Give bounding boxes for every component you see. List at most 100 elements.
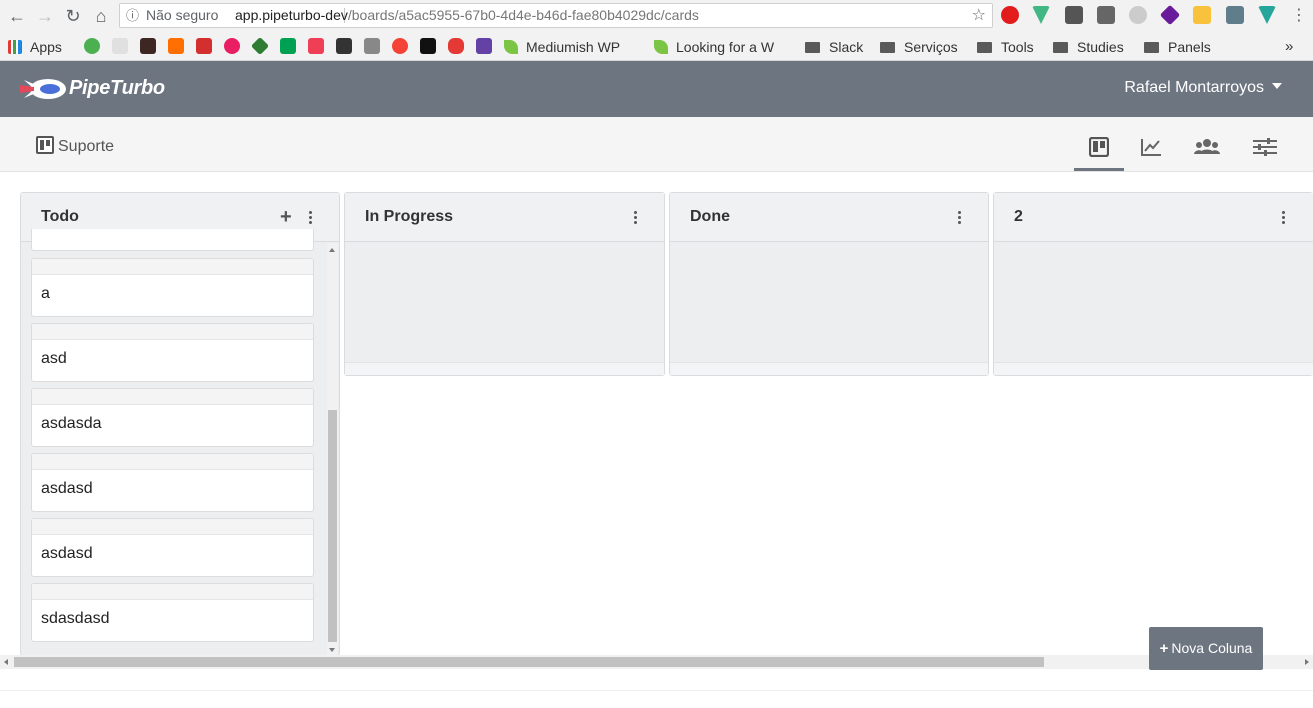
bookmarks-bar: Apps Mediumish WP Looking for a W Slack … xyxy=(0,33,1313,61)
card[interactable] xyxy=(31,229,314,251)
tab-settings-view[interactable] xyxy=(1240,137,1290,171)
pocket-bookmark-icon[interactable] xyxy=(308,38,324,54)
bookmark-folder-studies[interactable]: Studies xyxy=(1053,37,1124,57)
bookmark-star-icon[interactable]: ☆ xyxy=(972,4,986,27)
folder-icon xyxy=(805,42,820,53)
browser-menu-icon[interactable]: ⋮ xyxy=(1288,5,1310,27)
add-card-button[interactable]: + xyxy=(280,206,292,229)
board-icon xyxy=(36,136,54,154)
bookmark-folder-tools[interactable]: Tools xyxy=(977,37,1034,57)
card-label-strip xyxy=(32,324,313,340)
scrollbar-thumb[interactable] xyxy=(14,657,1044,667)
board-title[interactable]: Suporte xyxy=(36,136,114,156)
reload-icon[interactable]: ↻ xyxy=(62,5,84,27)
bookmark-icon[interactable] xyxy=(224,38,240,54)
leaf-icon xyxy=(654,40,668,54)
gmail-bookmark-icon[interactable] xyxy=(196,38,212,54)
column-scrollbar[interactable] xyxy=(327,243,338,657)
cp-bookmark-icon[interactable] xyxy=(168,38,184,54)
column-footer xyxy=(345,362,664,375)
plus-icon: + xyxy=(1159,640,1169,657)
extension-icon[interactable] xyxy=(1129,6,1147,24)
card-title: asdasd xyxy=(41,480,93,497)
column-menu-icon[interactable] xyxy=(634,211,638,225)
url-path: /boards/a5ac5955-67b0-4d4e-b46d-fae80b40… xyxy=(347,7,699,23)
extension-icon[interactable] xyxy=(1258,6,1276,24)
forward-arrow-icon[interactable]: → xyxy=(34,5,56,27)
card-label-strip xyxy=(32,454,313,470)
info-icon[interactable]: ⓘ xyxy=(126,4,139,27)
vue-devtools-icon[interactable] xyxy=(1032,6,1050,24)
card-title: a xyxy=(41,285,50,302)
bookmark-icon[interactable] xyxy=(392,38,408,54)
scroll-up-icon[interactable] xyxy=(329,248,335,252)
board-horizontal-scrollbar[interactable] xyxy=(0,655,1313,669)
bookmark-folder-panels[interactable]: Panels xyxy=(1144,37,1211,57)
column-title[interactable]: Todo xyxy=(41,208,79,226)
column-menu-icon[interactable] xyxy=(958,211,962,225)
column-title[interactable]: 2 xyxy=(1014,208,1023,226)
card[interactable]: asdasda xyxy=(31,388,314,447)
pipeturbo-logo-icon[interactable] xyxy=(20,75,68,103)
card[interactable]: asdasd xyxy=(31,453,314,512)
tab-board-view[interactable] xyxy=(1074,137,1124,171)
terminal-bookmark-icon[interactable] xyxy=(420,38,436,54)
scroll-down-icon[interactable] xyxy=(329,648,335,652)
card-title: asd xyxy=(41,350,67,367)
bookmark-icon[interactable] xyxy=(112,38,128,54)
column-menu-icon[interactable] xyxy=(309,211,313,225)
eyedropper-extension-icon[interactable] xyxy=(1226,6,1244,24)
scroll-left-icon[interactable] xyxy=(4,659,8,665)
card[interactable]: asd xyxy=(31,323,314,382)
grid-extension-icon[interactable] xyxy=(1097,6,1115,24)
card[interactable]: a xyxy=(31,258,314,317)
column-2: 2 xyxy=(993,192,1313,376)
card-label-strip xyxy=(32,584,313,600)
card[interactable]: asdasd xyxy=(31,518,314,577)
folder-icon xyxy=(1053,42,1068,53)
extension-icon[interactable] xyxy=(1159,4,1181,26)
card[interactable]: sdasdasd xyxy=(31,583,314,642)
leaf-icon xyxy=(504,40,518,54)
back-arrow-icon[interactable]: ← xyxy=(6,5,28,27)
bookmark-icon[interactable] xyxy=(336,38,352,54)
user-menu[interactable]: Rafael Montarroyos xyxy=(1124,79,1282,97)
url-host: app.pipeturbo-dev xyxy=(235,7,348,23)
bookmark-icon[interactable] xyxy=(250,36,270,56)
infinity-bookmark-icon[interactable] xyxy=(448,38,464,54)
bookmark-label: Slack xyxy=(829,39,864,55)
evernote-bookmark-icon[interactable] xyxy=(280,38,296,54)
bookmark-apps[interactable]: Apps xyxy=(8,37,62,57)
bookmark-icon[interactable] xyxy=(84,38,100,54)
card-title: asdasda xyxy=(41,415,102,432)
scrollbar-thumb[interactable] xyxy=(328,410,337,642)
tab-reports-view[interactable] xyxy=(1126,137,1176,171)
column-title[interactable]: In Progress xyxy=(365,208,453,226)
folder-icon xyxy=(880,42,895,53)
address-bar[interactable]: ⓘ Não seguro app.pipeturbo-dev/boards/a5… xyxy=(119,3,993,28)
bookmark-folder-servicos[interactable]: Serviços xyxy=(880,37,958,57)
home-icon[interactable]: ⌂ xyxy=(90,5,112,27)
column-header: Done xyxy=(670,193,988,242)
tab-members-view[interactable] xyxy=(1182,137,1232,171)
twitch-bookmark-icon[interactable] xyxy=(476,38,492,54)
bookmark-label: Studies xyxy=(1077,39,1124,55)
bookmark-label: Apps xyxy=(30,39,62,55)
divider xyxy=(0,690,1313,691)
new-column-button[interactable]: + Nova Coluna xyxy=(1149,627,1263,670)
hat-bookmark-icon[interactable] xyxy=(140,38,156,54)
extension-icon[interactable] xyxy=(1193,6,1211,24)
bookmark-icon[interactable] xyxy=(364,38,380,54)
bookmark-looking-for[interactable]: Looking for a W xyxy=(654,37,774,57)
caret-down-icon xyxy=(1272,83,1282,89)
scroll-right-icon[interactable] xyxy=(1305,659,1309,665)
bookmarks-overflow-button[interactable]: » xyxy=(1285,37,1293,57)
column-menu-icon[interactable] xyxy=(1282,211,1286,225)
bookmark-mediumish[interactable]: Mediumish WP xyxy=(504,37,620,57)
pocket-extension-icon[interactable] xyxy=(1065,6,1083,24)
bookmark-folder-slack[interactable]: Slack xyxy=(805,37,863,57)
column-header: In Progress xyxy=(345,193,664,242)
brand-name[interactable]: PipeTurbo xyxy=(69,77,165,100)
column-title[interactable]: Done xyxy=(690,208,730,226)
opera-extension-icon[interactable] xyxy=(1001,6,1019,24)
